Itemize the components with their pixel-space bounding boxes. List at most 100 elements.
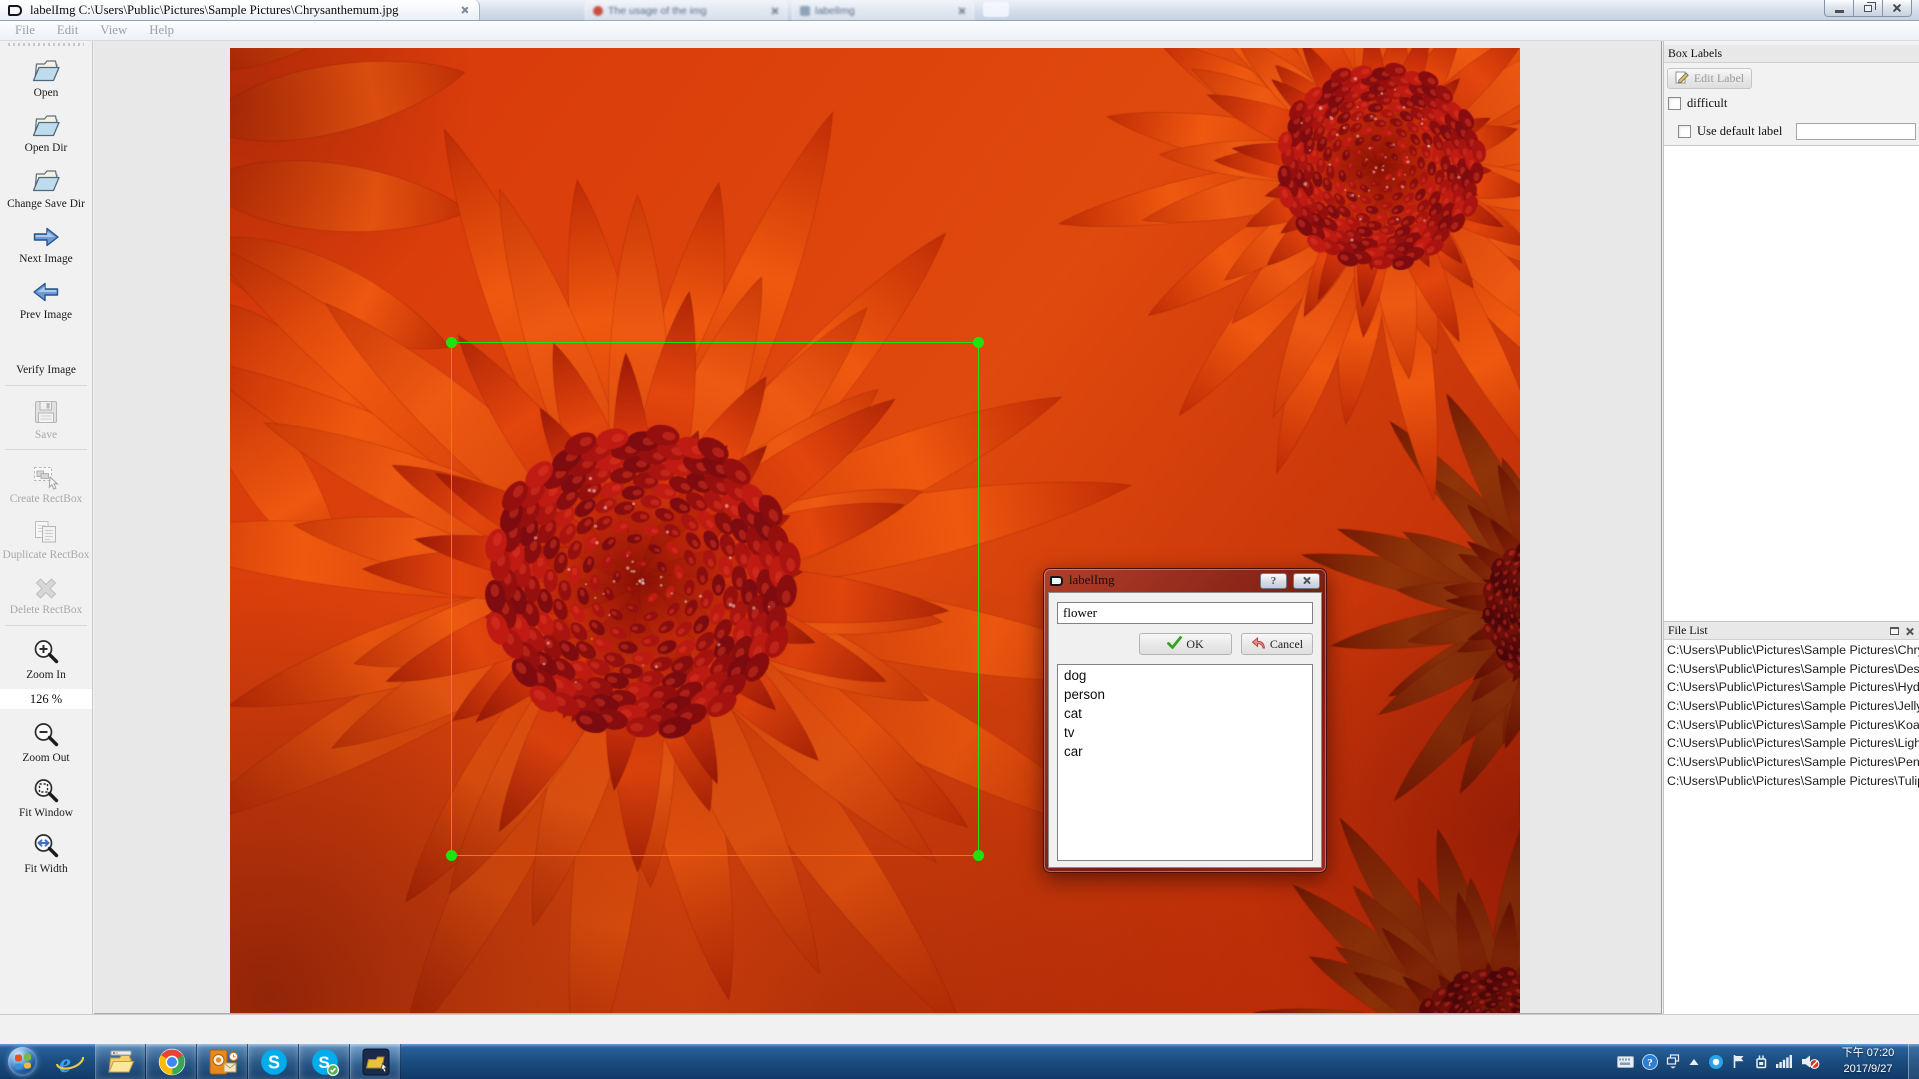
svg-text:S: S <box>267 1052 279 1072</box>
taskbar-outlook-button[interactable] <box>197 1044 248 1079</box>
new-tab-button[interactable] <box>983 2 1009 17</box>
menu-view[interactable]: View <box>89 21 138 38</box>
flag-icon[interactable] <box>1732 1054 1746 1069</box>
toolbar-label: Change Save Dir <box>0 196 92 211</box>
cancel-button[interactable]: Cancel <box>1241 633 1313 655</box>
arrow-right-icon <box>0 222 92 251</box>
menu-edit[interactable]: Edit <box>46 21 89 38</box>
minimize-button[interactable] <box>1824 0 1854 17</box>
close-icon <box>1302 576 1311 585</box>
file-list-item[interactable]: C:\Users\Public\Pictures\Sample Pictures… <box>1664 643 1919 662</box>
menu-file[interactable]: File <box>4 21 46 38</box>
close-panel-icon[interactable] <box>1905 627 1914 636</box>
difficult-checkbox[interactable] <box>1668 97 1681 110</box>
box-labels-list[interactable] <box>1664 145 1919 622</box>
file-list-item[interactable]: C:\Users\Public\Pictures\Sample Pictures… <box>1664 718 1919 737</box>
default-label-input[interactable] <box>1796 123 1916 140</box>
label-option-cat[interactable]: cat <box>1058 706 1312 725</box>
show-hidden-icons-icon[interactable] <box>1688 1057 1700 1067</box>
label-option-person[interactable]: person <box>1058 687 1312 706</box>
canvas-area[interactable] <box>94 41 1662 1014</box>
restore-button[interactable] <box>1853 0 1883 17</box>
help-icon[interactable]: ? <box>1642 1054 1658 1070</box>
zoom-value-spinbox[interactable]: 126 % <box>0 689 92 709</box>
file-list-item[interactable]: C:\Users\Public\Pictures\Sample Pictures… <box>1664 774 1919 793</box>
device-icon[interactable] <box>1754 1054 1768 1069</box>
title-bar[interactable]: The usage of the imglabelImg labelImg C:… <box>0 0 1919 21</box>
bbox-handle-bottom-left[interactable] <box>446 850 457 861</box>
taskbar-internet-explorer-button[interactable]: e <box>44 1044 95 1079</box>
save-button[interactable]: Save <box>0 390 92 445</box>
toolbar-grip[interactable] <box>8 43 84 46</box>
label-option-dog[interactable]: dog <box>1058 668 1312 687</box>
label-options-list: dogpersoncattvcar <box>1057 664 1313 861</box>
taskbar-skype-button[interactable]: S <box>248 1044 299 1079</box>
tab-close-icon[interactable] <box>771 7 779 15</box>
ok-check-icon <box>1167 636 1182 653</box>
change-save-dir-button[interactable]: Change Save Dir <box>0 159 92 214</box>
annotation-bbox[interactable] <box>451 342 979 856</box>
menu-help[interactable]: Help <box>138 21 185 38</box>
zoom-out-button[interactable]: Zoom Out <box>0 713 92 768</box>
fit-window-button[interactable]: Fit Window <box>0 768 92 823</box>
start-button[interactable] <box>0 1044 44 1079</box>
toolbar-label: Save <box>0 427 92 442</box>
background-tab[interactable]: labelImg <box>792 1 974 20</box>
dialog-title-bar[interactable]: labelImg ? <box>1044 569 1326 592</box>
window-restore-icon[interactable] <box>1666 1054 1680 1069</box>
open-dir-button[interactable]: Open Dir <box>0 103 92 158</box>
create-rectbox-button[interactable]: Create RectBox <box>0 454 92 509</box>
ok-button[interactable]: OK <box>1139 633 1232 655</box>
file-list-item[interactable]: C:\Users\Public\Pictures\Sample Pictures… <box>1664 736 1919 755</box>
use-default-label-checkbox[interactable] <box>1678 125 1691 138</box>
float-panel-icon[interactable] <box>1890 627 1899 635</box>
zoom-in-button[interactable]: Zoom In <box>0 630 92 685</box>
verify-image-button[interactable]: Verify Image <box>0 325 92 380</box>
taskbar-windows-explorer-button[interactable] <box>95 1044 146 1079</box>
delete-rectbox-button[interactable]: Delete RectBox <box>0 565 92 620</box>
dialog-help-button[interactable]: ? <box>1260 573 1287 589</box>
taskbar-skype-online-button[interactable]: S <box>299 1044 350 1079</box>
fit-width-button[interactable]: Fit Width <box>0 824 92 879</box>
taskbar-chrome-button[interactable] <box>146 1044 197 1079</box>
labelimg-app-icon <box>8 5 22 16</box>
background-tab[interactable]: The usage of the img <box>585 1 787 20</box>
cancel-label: Cancel <box>1270 637 1303 652</box>
difficult-row: difficult <box>1668 96 1727 111</box>
tab-close-icon[interactable] <box>958 7 966 15</box>
prev-image-button[interactable]: Prev Image <box>0 270 92 325</box>
file-list-item[interactable]: C:\Users\Public\Pictures\Sample Pictures… <box>1664 699 1919 718</box>
network-signal-icon[interactable] <box>1776 1055 1793 1068</box>
show-desktop-button[interactable] <box>1908 1044 1919 1079</box>
file-list-header[interactable]: File List <box>1664 622 1919 640</box>
file-list-item[interactable]: C:\Users\Public\Pictures\Sample Pictures… <box>1664 755 1919 774</box>
toolbar-separator <box>5 625 87 626</box>
label-option-tv[interactable]: tv <box>1058 725 1312 744</box>
volume-muted-icon[interactable] <box>1801 1054 1820 1069</box>
box-labels-header[interactable]: Box Labels <box>1664 45 1919 63</box>
next-image-button[interactable]: Next Image <box>0 214 92 269</box>
taskbar-labelimg-button[interactable] <box>350 1044 401 1079</box>
bbox-handle-top-left[interactable] <box>446 337 457 348</box>
change-save-dir-folder-icon <box>0 167 92 196</box>
status-bar <box>0 1014 1919 1044</box>
open-button[interactable]: Open <box>0 48 92 103</box>
close-icon <box>1892 3 1902 13</box>
taskbar-clock[interactable]: 下午 07:20 2017/9/27 <box>1828 1044 1908 1079</box>
dialog-close-button[interactable] <box>1293 573 1320 589</box>
file-list-item[interactable]: C:\Users\Public\Pictures\Sample Pictures… <box>1664 662 1919 681</box>
label-option-car[interactable]: car <box>1058 744 1312 763</box>
bbox-handle-top-right[interactable] <box>973 337 984 348</box>
toolbar-label: Prev Image <box>0 307 92 322</box>
close-button[interactable] <box>1882 0 1912 17</box>
keyboard-icon[interactable] <box>1617 1056 1634 1068</box>
file-list-item[interactable]: C:\Users\Public\Pictures\Sample Pictures… <box>1664 680 1919 699</box>
bbox-handle-bottom-right[interactable] <box>973 850 984 861</box>
edit-label-button[interactable]: Edit Label <box>1667 68 1752 89</box>
label-input[interactable] <box>1057 602 1313 624</box>
messenger-icon[interactable] <box>1708 1054 1724 1070</box>
save-floppy-icon <box>0 398 92 427</box>
tab-label: The usage of the img <box>608 5 766 17</box>
duplicate-rectbox-button[interactable]: Duplicate RectBox <box>0 510 92 565</box>
open-dir-folder-icon <box>0 111 92 140</box>
